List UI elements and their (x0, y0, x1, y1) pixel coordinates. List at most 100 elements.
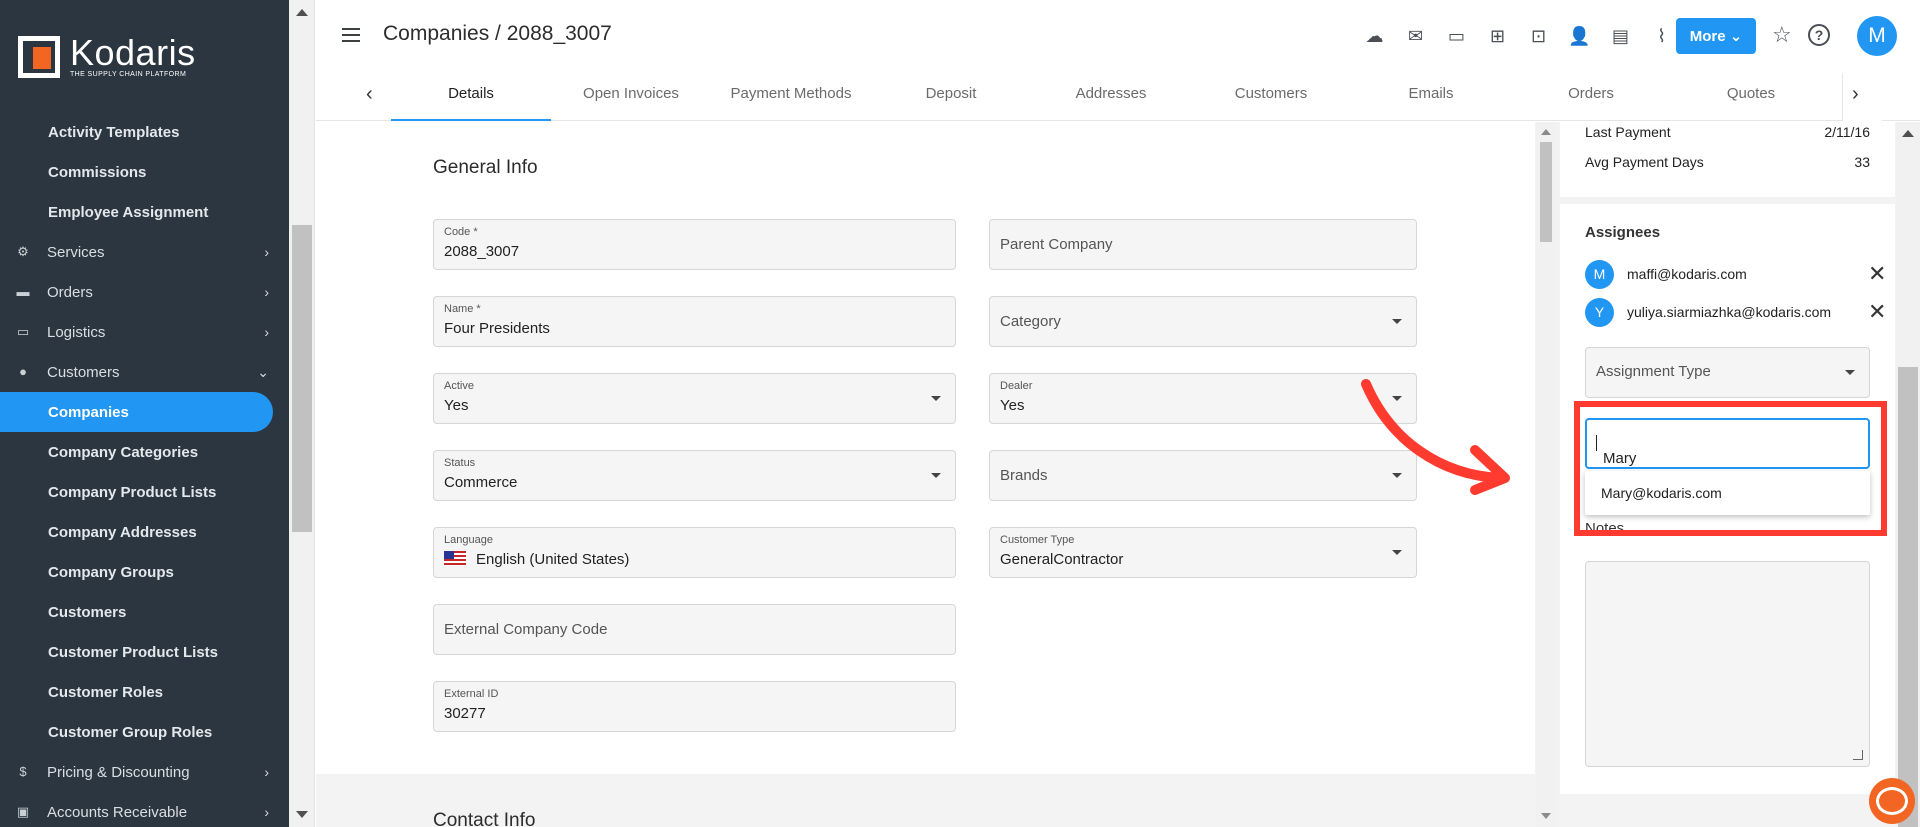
scroll-down-arrow-icon[interactable] (1541, 813, 1551, 819)
sidebar-item-companies[interactable]: Companies (0, 392, 273, 432)
tab-prev-arrow-icon[interactable]: ‹ (366, 83, 373, 106)
external-id-field[interactable]: External ID 30277 (433, 681, 956, 732)
sidebar-item-customer-roles[interactable]: Customer Roles (0, 672, 289, 712)
field-label: Name * (444, 303, 481, 315)
avg-payment-days-value: 33 (1854, 154, 1870, 170)
annotation-arrow-icon (1361, 379, 1510, 495)
field-label: Customer Type (1000, 534, 1075, 546)
assignee-item: Y yuliya.siarmiazhka@kodaris.com ✕ (1585, 298, 1886, 328)
notes-textarea[interactable] (1585, 561, 1870, 767)
main-scrollbar-thumb[interactable] (1540, 142, 1552, 242)
logo-mark-icon (18, 36, 60, 78)
sidebar-item-label: Customers (48, 603, 127, 621)
tab-orders[interactable]: Orders (1511, 75, 1671, 121)
sidebar-item-accounts-receivable[interactable]: ▣ Accounts Receivable › (0, 792, 289, 827)
main-scrollbar[interactable] (1536, 122, 1556, 827)
scroll-up-arrow-icon[interactable] (296, 9, 308, 16)
chevron-right-icon: › (264, 804, 269, 820)
logo-tagline: THE SUPPLY CHAIN PLATFORM (70, 71, 187, 78)
category-select[interactable]: Category (989, 296, 1417, 347)
sidebar-item-pricing-discounting[interactable]: $ Pricing & Discounting › (0, 752, 289, 792)
assignees-title: Assignees (1585, 224, 1661, 241)
chat-widget-button[interactable] (1869, 778, 1915, 824)
tab-deposit[interactable]: Deposit (871, 75, 1031, 121)
right-panel-scrollbar-thumb[interactable] (1898, 367, 1918, 827)
card-check-icon[interactable]: ▭ (1436, 22, 1477, 50)
scroll-up-arrow-icon[interactable] (1902, 130, 1914, 137)
sidebar-scrollbar[interactable] (289, 0, 315, 827)
sidebar-item-logistics[interactable]: ▭ Logistics › (0, 312, 289, 352)
sidebar-item-activity-templates[interactable]: Activity Templates (0, 112, 289, 152)
chat-bubble-icon (1876, 787, 1908, 815)
sidebar-item-customers-sub[interactable]: Customers (0, 592, 289, 632)
more-button[interactable]: More ⌄ (1676, 18, 1756, 54)
field-value: 2088_3007 (444, 243, 520, 260)
remove-assignee-close-icon[interactable]: ✕ (1868, 261, 1886, 287)
name-field[interactable]: Name * Four Presidents (433, 296, 956, 347)
customer-type-select[interactable]: Customer Type GeneralContractor (989, 527, 1417, 578)
chevron-down-icon: ⌄ (1729, 28, 1743, 45)
general-info-title: General Info (433, 157, 538, 178)
tab-open-invoices[interactable]: Open Invoices (551, 75, 711, 121)
tab-next-arrow-icon[interactable]: › (1852, 83, 1859, 106)
sidebar-item-label: Customer Group Roles (48, 723, 213, 741)
sidebar-item-employee-assignment[interactable]: Employee Assignment (0, 192, 289, 232)
language-select[interactable]: Language English (United States) (433, 527, 956, 578)
chevron-right-icon: › (264, 764, 269, 780)
tab-customers[interactable]: Customers (1191, 75, 1351, 121)
parent-company-field[interactable]: Parent Company (989, 219, 1417, 270)
external-company-code-field[interactable]: External Company Code (433, 604, 956, 655)
truck-icon: ▬ (16, 284, 30, 299)
field-value: Commerce (444, 474, 518, 491)
file-add-icon[interactable]: ▤ (1600, 22, 1641, 50)
star-icon[interactable]: ☆ (1772, 22, 1792, 48)
tab-details[interactable]: Details (391, 75, 551, 121)
contact-info-title: Contact Info (433, 810, 536, 827)
scroll-up-arrow-icon[interactable] (1541, 129, 1551, 135)
field-value: GeneralContractor (1000, 551, 1124, 568)
sidebar-item-company-addresses[interactable]: Company Addresses (0, 512, 289, 552)
sidebar-item-customer-group-roles[interactable]: Customer Group Roles (0, 712, 289, 752)
sidebar-item-company-product-lists[interactable]: Company Product Lists (0, 472, 289, 512)
help-icon[interactable]: ? (1808, 24, 1830, 46)
cloud-upload-icon[interactable]: ☁ (1354, 22, 1395, 50)
sidebar-item-label: Company Categories (48, 443, 199, 461)
field-value: Yes (1000, 397, 1025, 414)
sidebar-item-label: Customer Product Lists (48, 643, 219, 661)
sidebar-item-orders[interactable]: ▬ Orders › (0, 272, 289, 312)
tab-addresses[interactable]: Addresses (1031, 75, 1191, 121)
sidebar-item-label: Orders (47, 283, 93, 301)
sidebar-item-customers[interactable]: ● Customers ⌄ (0, 352, 289, 392)
sidebar-item-services[interactable]: ⚙ Services › (0, 232, 289, 272)
sidebar-item-company-groups[interactable]: Company Groups (0, 552, 289, 592)
sidebar-item-customer-product-lists[interactable]: Customer Product Lists (0, 632, 289, 672)
tab-payment-methods[interactable]: Payment Methods (711, 75, 871, 121)
kodaris-logo[interactable]: Kodaris THE SUPPLY CHAIN PLATFORM (18, 34, 196, 80)
person-add-icon[interactable]: 👤 (1559, 22, 1600, 50)
sidebar-scrollbar-thumb[interactable] (292, 225, 312, 532)
hamburger-menu-icon[interactable] (342, 28, 360, 42)
status-select[interactable]: Status Commerce (433, 450, 956, 501)
scroll-down-arrow-icon[interactable] (296, 811, 308, 818)
right-panel-scrollbar[interactable] (1896, 122, 1920, 827)
user-avatar[interactable]: M (1857, 16, 1897, 56)
remove-assignee-close-icon[interactable]: ✕ (1868, 299, 1886, 325)
us-flag-icon (444, 551, 466, 566)
chevron-down-icon: ⌄ (257, 364, 269, 380)
assignment-type-select[interactable]: Assignment Type (1585, 347, 1870, 398)
sidebar-item-company-categories[interactable]: Company Categories (0, 432, 289, 472)
field-placeholder: External Company Code (444, 621, 608, 638)
sidebar-item-label: Customer Roles (48, 683, 164, 701)
assignee-email: yuliya.siarmiazhka@kodaris.com (1627, 304, 1832, 320)
tab-emails[interactable]: Emails (1351, 75, 1511, 121)
tab-quotes[interactable]: Quotes (1671, 75, 1831, 121)
code-field[interactable]: Code * 2088_3007 (433, 219, 956, 270)
active-select[interactable]: Active Yes (433, 373, 956, 424)
mail-icon[interactable]: ✉ (1395, 22, 1436, 50)
gift-card-icon[interactable]: ⊞ (1477, 22, 1518, 50)
monitor-add-icon[interactable]: ⊡ (1518, 22, 1559, 50)
resize-grip-icon[interactable] (1853, 750, 1863, 760)
sidebar-item-commissions[interactable]: Commissions (0, 152, 289, 192)
last-payment-label: Last Payment (1585, 124, 1671, 140)
sidebar-item-label: Company Groups (48, 563, 174, 581)
